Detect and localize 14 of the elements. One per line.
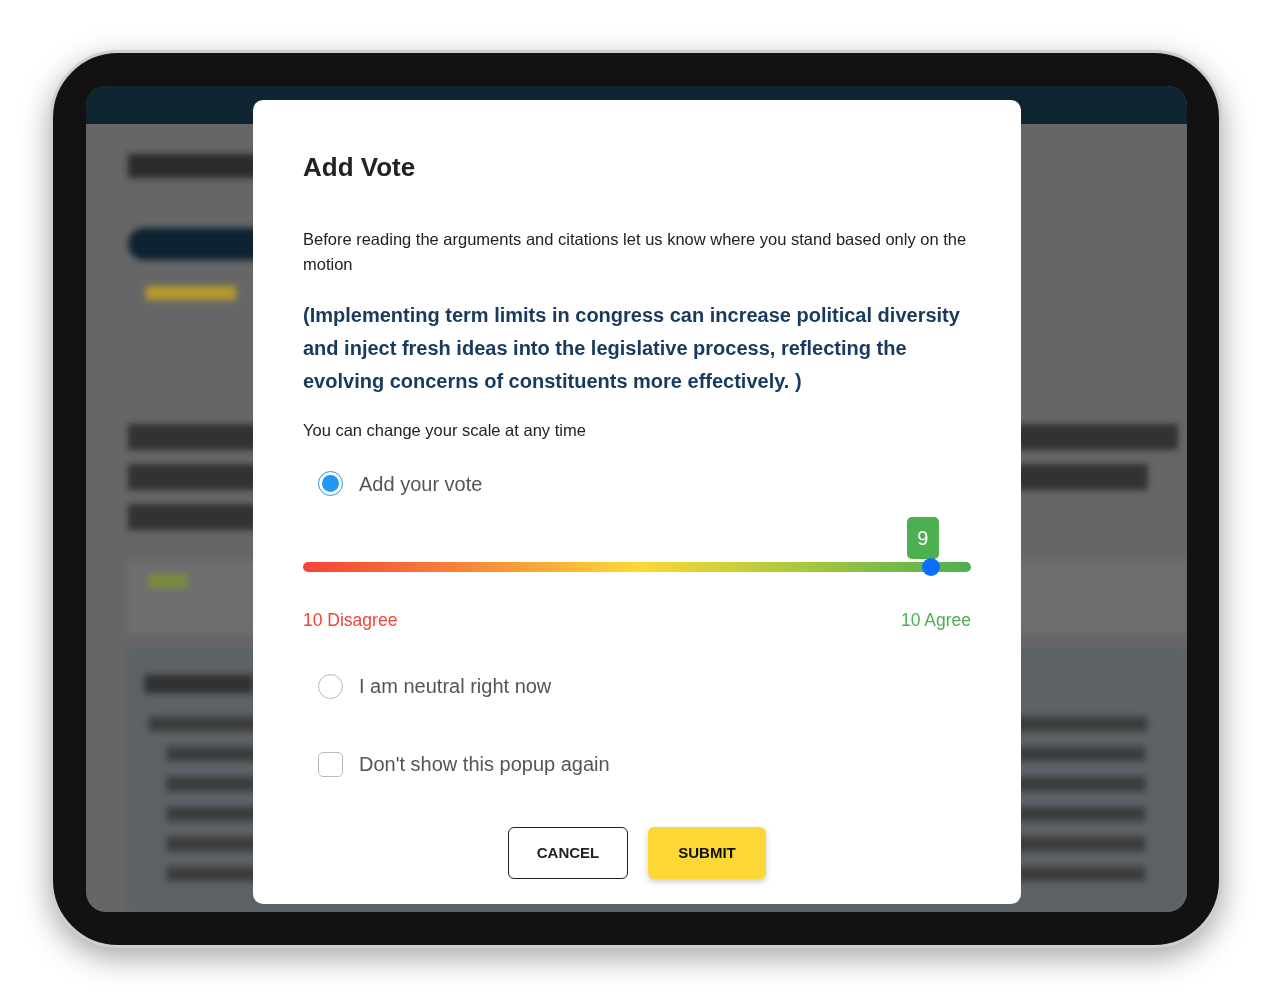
intro-text: Before reading the arguments and citations let us know where you stand based only on the motion (303, 229, 968, 276)
hint-text: You can change your scale at any time (303, 420, 587, 442)
cancel-button[interactable]: CANCEL (508, 827, 628, 880)
checkbox-label[interactable]: Don't show this popup again (359, 749, 610, 780)
submit-button[interactable]: SUBMIT (648, 827, 766, 880)
slider-thumb[interactable] (921, 557, 940, 576)
motion-text: (Implementing term limits in congress can increase political diversity and inject fresh ideas into the legislative process, reflecting the evolving concerns of constituents more effectively. ) (303, 303, 961, 395)
scale-min-label: 10 Disagree (303, 608, 398, 632)
checkbox[interactable] (318, 751, 343, 777)
dialog-title: Add Vote (303, 152, 417, 184)
option-label[interactable]: Add your vote (359, 468, 483, 499)
option-label[interactable]: I am neutral right now (359, 671, 552, 702)
scale-max-label: 10 Agree (900, 608, 971, 632)
value-tooltip: 9 (906, 516, 939, 559)
